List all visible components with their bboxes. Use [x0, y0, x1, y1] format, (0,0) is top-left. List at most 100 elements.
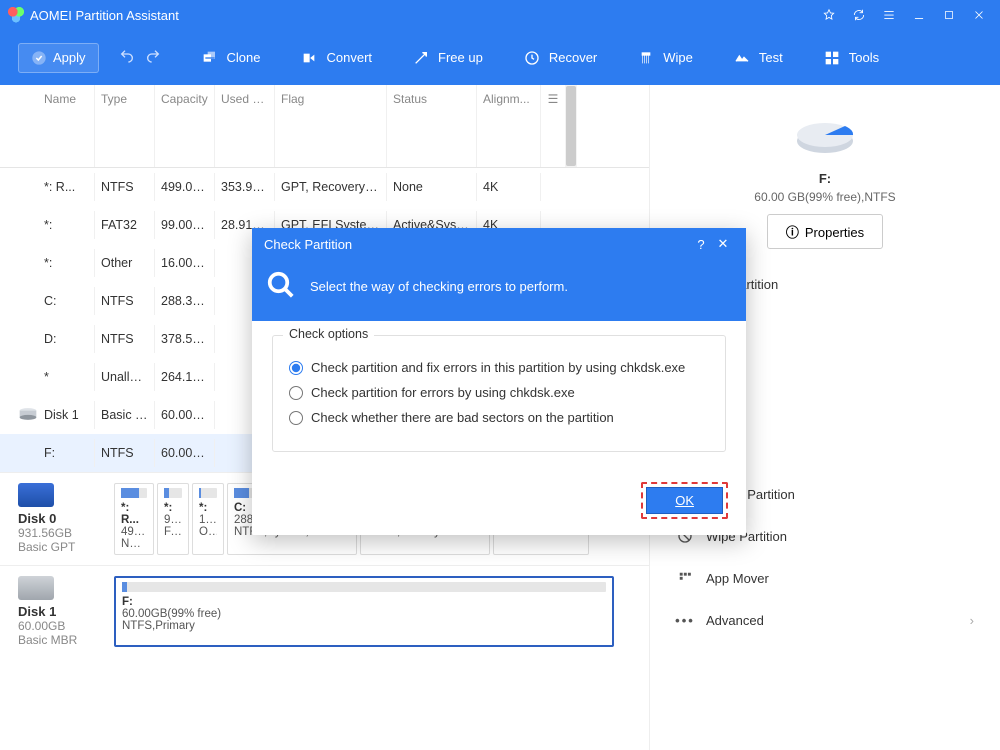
- toolbar-label: Recover: [549, 50, 597, 65]
- cell-flag: GPT, Recovery P...: [275, 173, 387, 201]
- check-option-label: Check partition and fix errors in this p…: [311, 360, 685, 375]
- dialog-banner: Select the way of checking errors to per…: [252, 260, 746, 321]
- test-icon: [733, 49, 751, 67]
- cell-type: NTFS: [95, 325, 155, 353]
- partition-block-size: 99....: [164, 514, 182, 526]
- operation-appmover[interactable]: App Mover: [670, 557, 980, 599]
- undo-button[interactable]: [119, 48, 135, 67]
- cell-name: F:: [0, 439, 95, 467]
- col-name[interactable]: Name: [0, 85, 95, 167]
- check-option-1[interactable]: Check partition for errors by using chkd…: [289, 385, 709, 400]
- partition-details: 60.00 GB(99% free),NTFS: [660, 190, 990, 204]
- cell-type: NTFS: [95, 173, 155, 201]
- main-toolbar: Apply Clone Convert Free up Recover Wipe Test…: [0, 30, 1000, 85]
- disk-label: Disk 160.00GBBasic MBR: [18, 576, 108, 647]
- col-status[interactable]: Status: [387, 85, 477, 167]
- cell-used: 353.94...: [215, 173, 275, 201]
- magnifier-icon: [266, 270, 296, 303]
- radio-input[interactable]: [289, 411, 303, 425]
- toolbar-convert[interactable]: Convert: [293, 43, 381, 73]
- partition-block-name: *: R...: [121, 502, 147, 526]
- appmover-icon: [676, 569, 694, 587]
- col-flag[interactable]: Flag: [275, 85, 387, 167]
- cell-type: NTFS: [95, 439, 155, 467]
- cell-name: *:: [0, 211, 95, 239]
- partition-name: F:: [660, 171, 990, 186]
- dialog-title: Check Partition: [264, 237, 690, 252]
- cell-capacity: 60.00GB: [155, 439, 215, 467]
- cell-name: C:: [0, 287, 95, 315]
- partition-block-size: 499....: [121, 526, 147, 538]
- cell-type: NTFS: [95, 287, 155, 315]
- dialog-help-icon[interactable]: ?: [690, 237, 712, 252]
- operation-dots[interactable]: •••Advanced›: [670, 599, 980, 641]
- partition-block-name: *:: [164, 502, 182, 514]
- cell-align: 4K: [477, 173, 541, 201]
- cell-name: *:: [0, 249, 95, 277]
- check-partition-dialog: Check Partition ? ✕ Select the way of ch…: [252, 228, 746, 535]
- ok-label: OK: [675, 493, 694, 508]
- maximize-button[interactable]: [936, 2, 962, 28]
- app-logo-icon: [8, 7, 24, 23]
- cell-capacity: 99.00MB: [155, 211, 215, 239]
- close-button[interactable]: [966, 2, 992, 28]
- check-option-2[interactable]: Check whether there are bad sectors on t…: [289, 410, 709, 425]
- toolbar-free-up[interactable]: Free up: [404, 43, 491, 73]
- favorite-icon[interactable]: [816, 2, 842, 28]
- menu-icon[interactable]: [876, 2, 902, 28]
- cell-name: Disk 1: [0, 401, 95, 429]
- disk-name: Disk 0: [18, 511, 108, 526]
- partition-block-type: NTFS,Primary: [122, 620, 606, 632]
- partition-block[interactable]: F:60.00GB(99% free)NTFS,Primary: [114, 576, 614, 647]
- usage-bar: [199, 488, 217, 498]
- apply-label: Apply: [53, 50, 86, 65]
- table-row[interactable]: *: R...NTFS499.00...353.94...GPT, Recove…: [0, 168, 649, 206]
- cell-status: None: [387, 173, 477, 201]
- disk-row: Disk 160.00GBBasic MBRF:60.00GB(99% free…: [0, 565, 649, 657]
- disk-size: 60.00GB: [18, 619, 108, 633]
- minimize-button[interactable]: [906, 2, 932, 28]
- col-alignment[interactable]: Alignm...: [477, 85, 541, 167]
- toolbar-label: Free up: [438, 50, 483, 65]
- col-type[interactable]: Type: [95, 85, 155, 167]
- toolbar-recover[interactable]: Recover: [515, 43, 605, 73]
- scrollbar[interactable]: [565, 85, 577, 167]
- columns-menu-icon[interactable]: ☰: [541, 85, 565, 167]
- cell-name: *: [0, 363, 95, 391]
- partition-block[interactable]: *:99....FAT...: [157, 483, 189, 555]
- disk-label: Disk 0931.56GBBasic GPT: [18, 483, 108, 555]
- partition-block[interactable]: *: R...499....NTF...: [114, 483, 154, 555]
- title-bar: AOMEI Partition Assistant: [0, 0, 1000, 30]
- dots-icon: •••: [676, 611, 694, 629]
- col-used[interactable]: Used S...: [215, 85, 275, 167]
- check-options-frame: Check options Check partition and fix er…: [272, 335, 726, 452]
- dialog-header: Check Partition ? ✕: [252, 228, 746, 260]
- ok-button[interactable]: OK: [646, 487, 723, 514]
- radio-input[interactable]: [289, 361, 303, 375]
- dialog-footer: OK: [252, 472, 746, 535]
- partition-block-size: 16.0...: [199, 514, 217, 526]
- toolbar-clone[interactable]: Clone: [193, 43, 269, 73]
- cell-name: *: R...: [0, 173, 95, 201]
- properties-button[interactable]: ⓘProperties: [767, 214, 883, 249]
- dialog-banner-text: Select the way of checking errors to per…: [310, 279, 568, 294]
- check-options-legend: Check options: [283, 327, 374, 341]
- toolbar-tools[interactable]: Tools: [815, 43, 887, 73]
- toolbar-test[interactable]: Test: [725, 43, 791, 73]
- disk-name: Disk 1: [18, 604, 108, 619]
- radio-input[interactable]: [289, 386, 303, 400]
- disk-icon: [18, 407, 38, 424]
- check-option-0[interactable]: Check partition and fix errors in this p…: [289, 360, 709, 375]
- ok-highlight: OK: [641, 482, 728, 519]
- toolbar-label: Wipe: [663, 50, 693, 65]
- clone-icon: [201, 49, 219, 67]
- cell-capacity: 264.12...: [155, 363, 215, 391]
- dialog-close-icon[interactable]: ✕: [712, 236, 734, 252]
- redo-button[interactable]: [145, 48, 161, 67]
- toolbar-wipe[interactable]: Wipe: [629, 43, 701, 73]
- refresh-icon[interactable]: [846, 2, 872, 28]
- partition-block-type: Oth...: [199, 526, 217, 538]
- apply-button[interactable]: Apply: [18, 43, 99, 73]
- col-capacity[interactable]: Capacity: [155, 85, 215, 167]
- partition-block[interactable]: *:16.0...Oth...: [192, 483, 224, 555]
